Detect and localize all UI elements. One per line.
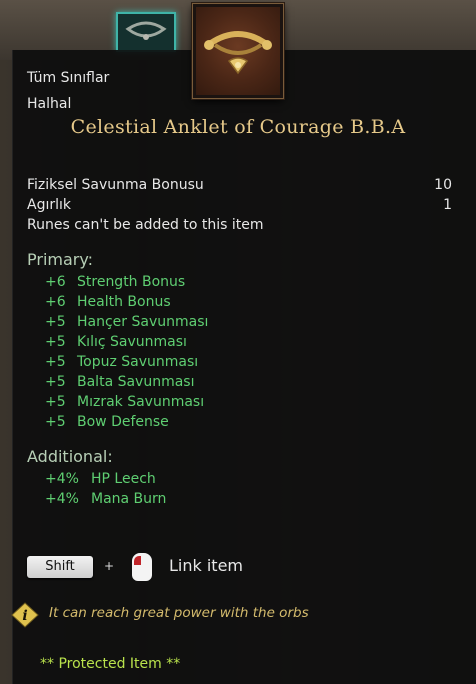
base-stat-value: 1 — [443, 197, 452, 213]
info-icon: i — [11, 602, 39, 628]
base-stat-label: Agırlık — [27, 197, 71, 213]
item-portrait — [192, 3, 284, 99]
inventory-slot-highlighted[interactable] — [116, 12, 176, 52]
class-requirement: Tüm Sınıflar — [27, 70, 110, 86]
primary-stat: +5 Hançer Savunması — [45, 314, 209, 330]
protected-item-label: ** Protected Item ** — [40, 656, 181, 672]
anklet-slot-icon — [125, 21, 167, 40]
primary-stat: +6 Health Bonus — [45, 294, 171, 310]
base-stat-label: Fiziksel Savunma Bonusu — [27, 177, 204, 193]
item-hint: It can reach great power with the orbs — [49, 605, 309, 621]
additional-stat: +4% HP Leech — [45, 471, 156, 487]
primary-header: Primary: — [27, 250, 94, 269]
additional-stat: +4% Mana Burn — [45, 491, 167, 507]
primary-stat: +5 Topuz Savunması — [45, 354, 199, 370]
svg-text:i: i — [22, 608, 27, 624]
primary-stat: +5 Bow Defense — [45, 414, 169, 430]
base-stat-value: 10 — [434, 177, 452, 193]
rune-note: Runes can't be added to this item — [27, 217, 264, 233]
mouse-left-click-icon — [132, 553, 152, 581]
item-name: Celestial Anklet of Courage B.B.A — [70, 116, 406, 138]
primary-stat: +5 Balta Savunması — [45, 374, 195, 390]
shift-key-icon: Shift — [27, 556, 93, 578]
primary-stat: +5 Kılıç Savunması — [45, 334, 187, 350]
link-item-label: Link item — [169, 556, 243, 575]
primary-stat: +5 Mızrak Savunması — [45, 394, 205, 410]
primary-stat: +6 Strength Bonus — [45, 274, 186, 290]
item-type: Halhal — [27, 96, 72, 112]
anklet-icon — [204, 31, 272, 75]
plus-sign: + — [104, 559, 115, 573]
additional-header: Additional: — [27, 447, 113, 466]
